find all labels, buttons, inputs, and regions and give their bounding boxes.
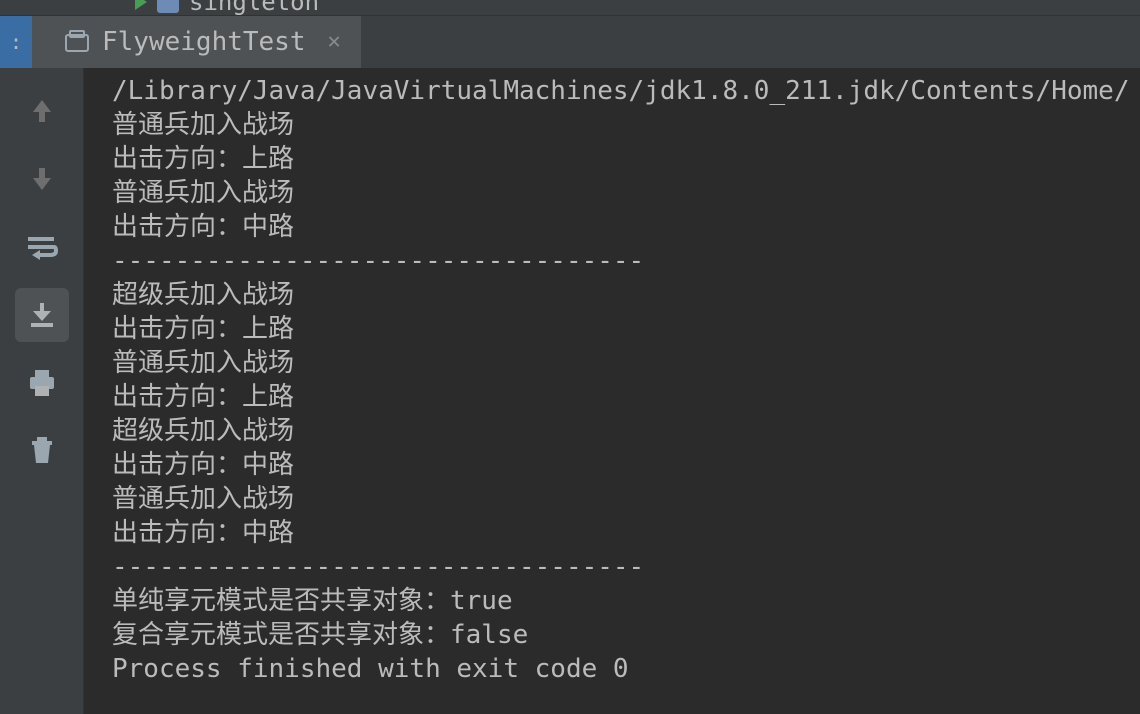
console-line: ----------------------------------: [112, 244, 1140, 278]
run-panel-label[interactable]: :: [0, 16, 32, 68]
console-line: 普通兵加入战场: [112, 346, 1140, 380]
console-line: Process finished with exit code 0: [112, 652, 1140, 686]
play-icon: [135, 0, 147, 10]
console-line: ----------------------------------: [112, 550, 1140, 584]
console-line: 普通兵加入战场: [112, 108, 1140, 142]
print-icon: [27, 369, 57, 397]
console-line: 复合享元模式是否共享对象：false: [112, 618, 1140, 652]
console-line: 出击方向：中路: [112, 516, 1140, 550]
scroll-to-end-button[interactable]: [15, 288, 69, 342]
scroll-end-icon: [27, 301, 57, 329]
down-stacktrace-button[interactable]: [15, 152, 69, 206]
console-output[interactable]: /Library/Java/JavaVirtualMachines/jdk1.8…: [84, 68, 1140, 714]
console-line: 出击方向：上路: [112, 380, 1140, 414]
top-bar-module[interactable]: singleton: [135, 0, 319, 16]
trash-icon: [29, 436, 55, 466]
run-config-icon: [64, 29, 90, 55]
console-line: 出击方向：上路: [112, 142, 1140, 176]
left-toolbar: [0, 68, 84, 714]
console-line: 普通兵加入战场: [112, 176, 1140, 210]
tab-flyweight-test[interactable]: FlyweightTest ✕: [32, 16, 361, 68]
run-tabs: FlyweightTest ✕: [32, 16, 361, 68]
print-button[interactable]: [15, 356, 69, 410]
console-line: 普通兵加入战场: [112, 482, 1140, 516]
tab-label: FlyweightTest: [102, 27, 306, 57]
console-line: 出击方向：中路: [112, 210, 1140, 244]
close-icon[interactable]: ✕: [328, 31, 341, 53]
module-label: singleton: [189, 0, 319, 16]
arrow-down-icon: [29, 164, 55, 194]
main-area: /Library/Java/JavaVirtualMachines/jdk1.8…: [0, 68, 1140, 714]
console-content: /Library/Java/JavaVirtualMachines/jdk1.8…: [112, 74, 1140, 686]
console-line: 出击方向：中路: [112, 448, 1140, 482]
console-line: 超级兵加入战场: [112, 278, 1140, 312]
console-line: 超级兵加入战场: [112, 414, 1140, 448]
soft-wrap-button[interactable]: [15, 220, 69, 274]
run-toolbar: : FlyweightTest ✕: [0, 16, 1140, 68]
up-stacktrace-button[interactable]: [15, 84, 69, 138]
soft-wrap-icon: [26, 233, 58, 261]
clear-button[interactable]: [15, 424, 69, 478]
top-bar: singleton: [0, 0, 1140, 16]
console-line: 单纯享元模式是否共享对象：true: [112, 584, 1140, 618]
module-icon: [157, 0, 179, 13]
console-line: 出击方向：上路: [112, 312, 1140, 346]
arrow-up-icon: [29, 96, 55, 126]
console-line: /Library/Java/JavaVirtualMachines/jdk1.8…: [112, 74, 1140, 108]
